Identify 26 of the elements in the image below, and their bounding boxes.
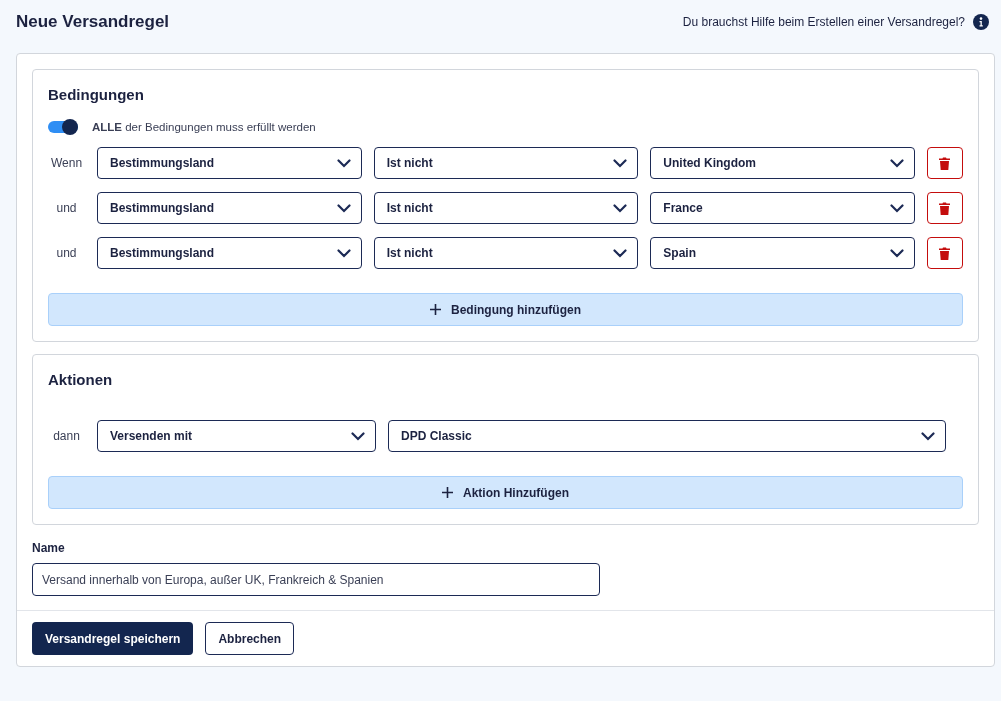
condition-connector: und — [55, 246, 78, 260]
value-select[interactable]: United Kingdom — [650, 147, 915, 179]
add-action-button[interactable]: Aktion Hinzufügen — [48, 476, 963, 509]
operator-select[interactable]: Ist nicht — [373, 237, 639, 269]
condition-connector: und — [55, 201, 78, 215]
page-title: Neue Versandregel — [16, 12, 170, 32]
value-select[interactable]: France — [650, 192, 915, 224]
field-select[interactable]: Bestimmungsland — [97, 147, 362, 179]
operator-select[interactable]: Ist nicht — [373, 192, 639, 224]
carrier-select[interactable]: DPD Classic — [388, 420, 946, 452]
action-select[interactable]: Versenden mit — [97, 420, 376, 452]
operator-select[interactable]: Ist nicht — [373, 147, 639, 179]
name-label: Name — [32, 541, 66, 555]
save-button[interactable]: Versandregel speichern — [32, 622, 194, 655]
action-connector: dann — [52, 429, 81, 443]
add-condition-button[interactable]: Bedingung hinzufügen — [48, 293, 963, 326]
name-input[interactable]: Versand innerhalb von Europa, außer UK, Frankreich & Spanien — [32, 563, 600, 596]
section-heading: Aktionen — [48, 371, 114, 388]
help-link[interactable]: Du brauchst Hilfe beim Erstellen einer Versandregel? — [682, 15, 965, 29]
toggle-label: ALLE der Bedingungen muss erfüllt werden — [92, 121, 316, 133]
section-heading: Bedingungen — [48, 86, 145, 103]
field-select[interactable]: Bestimmungsland — [97, 192, 362, 224]
cancel-button[interactable]: Abbrechen — [205, 622, 295, 655]
field-select[interactable]: Bestimmungsland — [97, 237, 362, 269]
condition-connector: Wenn — [49, 156, 84, 170]
value-select[interactable]: Spain — [650, 237, 915, 269]
